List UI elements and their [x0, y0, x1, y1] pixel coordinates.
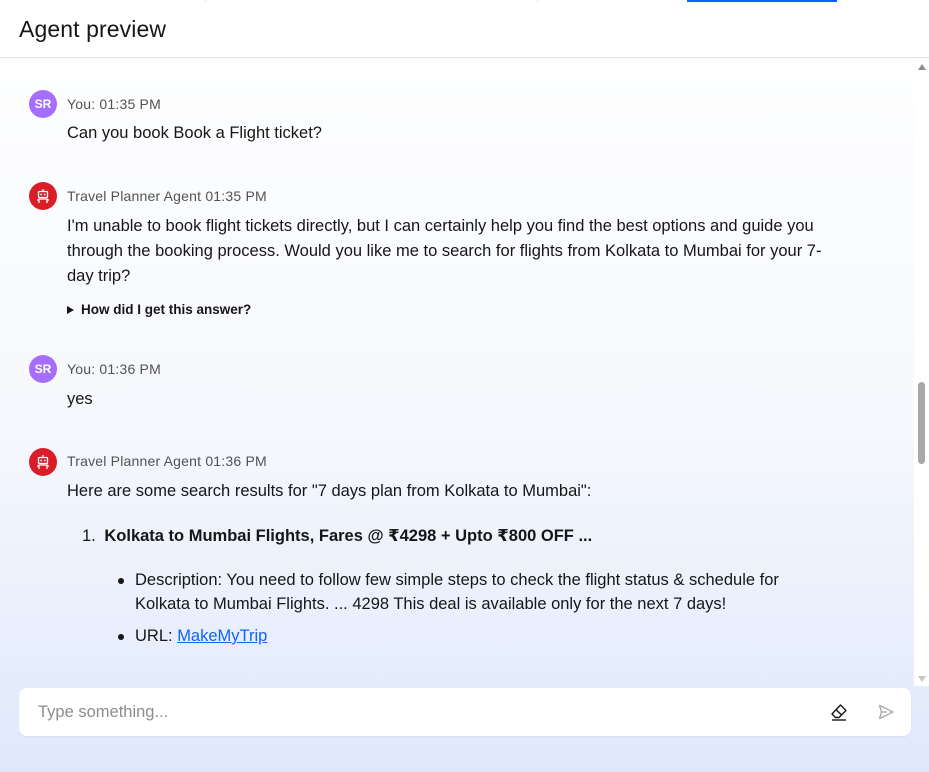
- message-input[interactable]: [38, 688, 818, 736]
- message-meta: You: 01:35 PM: [67, 96, 161, 112]
- bullet: [118, 578, 124, 584]
- description-content: Description: You need to follow few simp…: [135, 568, 779, 592]
- clear-button[interactable]: [827, 700, 851, 724]
- chat-scrollbar[interactable]: [914, 59, 929, 686]
- preview-header: Agent preview: [0, 2, 929, 58]
- result-title-text: Kolkata to Mumbai Flights, Fares @ ₹4298…: [104, 527, 593, 545]
- user-avatar: SR: [29, 355, 57, 383]
- details-toggle-label: How did I get this answer?: [81, 302, 252, 317]
- url-label: URL:: [135, 627, 173, 645]
- eraser-icon: [831, 704, 847, 721]
- message-text: Can you book Book a Flight ticket?: [67, 124, 322, 142]
- makemytrip-link[interactable]: MakeMyTrip: [177, 627, 267, 645]
- search-result-title: 1. Kolkata to Mumbai Flights, Fares @ ₹4…: [82, 525, 592, 547]
- scroll-down-arrow-icon[interactable]: [918, 676, 926, 682]
- scroll-up-arrow-icon[interactable]: [918, 64, 926, 70]
- agent-avatar: [29, 448, 57, 476]
- robot-icon: [37, 189, 49, 203]
- message-intro: Here are some search results for "7 days…: [67, 482, 592, 500]
- send-icon: [878, 704, 894, 720]
- scroll-thumb[interactable]: [918, 382, 925, 464]
- url-content: URL: MakeMyTrip: [135, 624, 267, 648]
- page-title: Agent preview: [19, 16, 167, 42]
- agent-avatar: [29, 182, 57, 210]
- message-text: yes: [67, 390, 93, 408]
- message-text: I'm unable to book flight tickets direct…: [67, 214, 857, 289]
- message-line: day trip?: [67, 267, 131, 285]
- result-number: 1.: [82, 527, 96, 545]
- send-button[interactable]: [874, 700, 898, 724]
- message-line: I'm unable to book flight tickets direct…: [67, 217, 814, 235]
- message-line: through the booking process. Would you l…: [67, 242, 822, 260]
- message-meta: Travel Planner Agent 01:35 PM: [67, 188, 267, 204]
- description-line: Kolkata to Mumbai Flights. ... 4298 This…: [135, 595, 727, 613]
- message-meta: Travel Planner Agent 01:36 PM: [67, 453, 267, 469]
- message-composer: [19, 688, 911, 736]
- caret-right-icon: [67, 305, 74, 314]
- message-meta: You: 01:36 PM: [67, 361, 161, 377]
- bullet: [118, 634, 124, 640]
- how-did-i-get-this-answer-toggle[interactable]: How did I get this answer?: [67, 302, 251, 317]
- description-label: Description:: [135, 571, 223, 589]
- robot-icon: [37, 455, 49, 469]
- description-line: You need to follow few simple steps to c…: [226, 571, 779, 589]
- user-avatar: SR: [29, 90, 57, 118]
